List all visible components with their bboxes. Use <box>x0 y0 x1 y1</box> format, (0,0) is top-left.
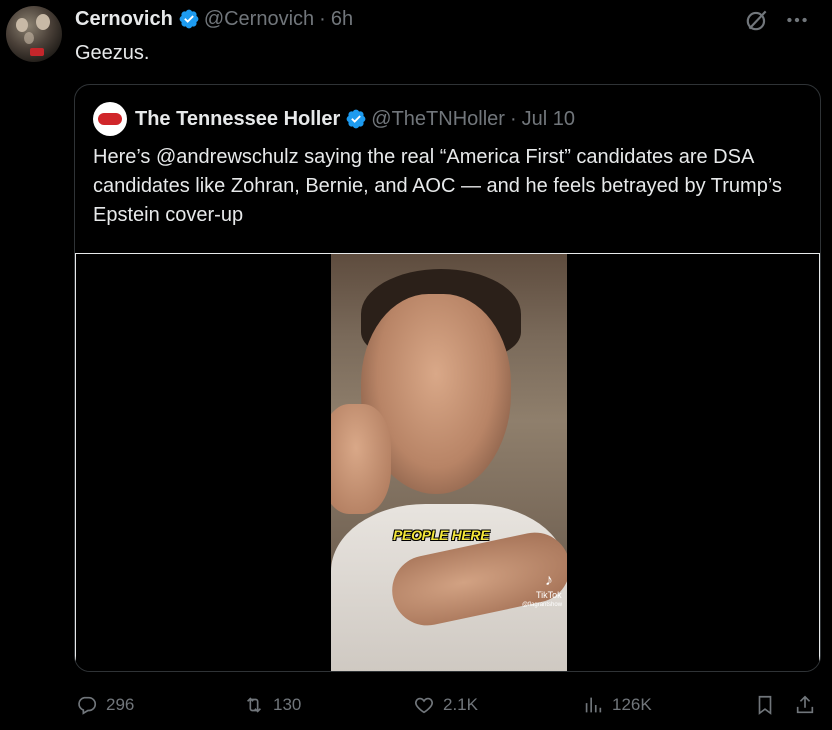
tiktok-handle: @flagrantshow <box>521 602 563 608</box>
views-button[interactable]: 126K <box>582 690 652 720</box>
author-avatar[interactable] <box>6 6 62 62</box>
quoted-tweet[interactable]: The Tennessee Holler @TheTNHoller · Jul … <box>74 84 821 672</box>
separator-dot: · <box>509 107 517 130</box>
tweet-header: Cernovich @Cernovich · 6h <box>75 6 353 32</box>
like-icon <box>415 697 433 714</box>
tiktok-watermark: ♪ TikTok @flagrantshow <box>522 572 562 608</box>
bookmark-button[interactable] <box>754 690 776 720</box>
quoted-author-name: The Tennessee Holler <box>135 107 341 130</box>
tiktok-label: TikTok <box>536 590 562 600</box>
author-handle[interactable]: @Cernovich <box>204 8 314 31</box>
views-count: 126K <box>612 695 652 714</box>
share-button[interactable] <box>794 690 816 720</box>
more-icon[interactable] <box>784 7 810 33</box>
separator-dot: · <box>319 7 326 30</box>
views-icon <box>585 697 602 713</box>
video-caption: PEOPLE HERE <box>393 527 490 543</box>
like-count: 2.1K <box>443 695 478 714</box>
share-icon <box>796 695 814 714</box>
author-name[interactable]: Cernovich <box>75 8 173 31</box>
repost-count: 130 <box>273 695 302 714</box>
reply-count: 296 <box>106 695 135 714</box>
repost-button[interactable]: 130 <box>243 690 301 720</box>
tiktok-icon: ♪ <box>544 572 553 589</box>
bookmark-icon <box>758 695 772 715</box>
quoted-tweet-header: The Tennessee Holler @TheTNHoller · Jul … <box>93 102 575 136</box>
video-frame[interactable]: PEOPLE HERE ♪ TikTok @flagrantshow <box>331 254 567 671</box>
action-bar: 296 130 2.1K 126K <box>0 690 832 720</box>
tweet-time[interactable]: 6h <box>331 8 353 31</box>
tweet-top-actions <box>744 7 810 33</box>
quoted-author-avatar <box>93 102 127 136</box>
tweet-text: Geezus. <box>75 42 150 64</box>
verified-badge-icon <box>179 9 199 29</box>
video-player[interactable]: PEOPLE HERE ♪ TikTok @flagrantshow <box>75 253 820 671</box>
reply-button[interactable]: 296 <box>76 690 134 720</box>
grok-icon[interactable] <box>744 7 770 33</box>
reply-icon <box>78 696 97 715</box>
quoted-author-handle: @TheTNHoller <box>371 107 505 130</box>
video-figure-hand <box>331 404 391 514</box>
repost-icon <box>246 697 262 713</box>
quoted-tweet-text: Here’s @andrewschulz saying the real “Am… <box>93 146 782 226</box>
quoted-tweet-date: Jul 10 <box>521 107 575 130</box>
verified-badge-icon <box>346 109 366 129</box>
like-button[interactable]: 2.1K <box>413 690 478 720</box>
